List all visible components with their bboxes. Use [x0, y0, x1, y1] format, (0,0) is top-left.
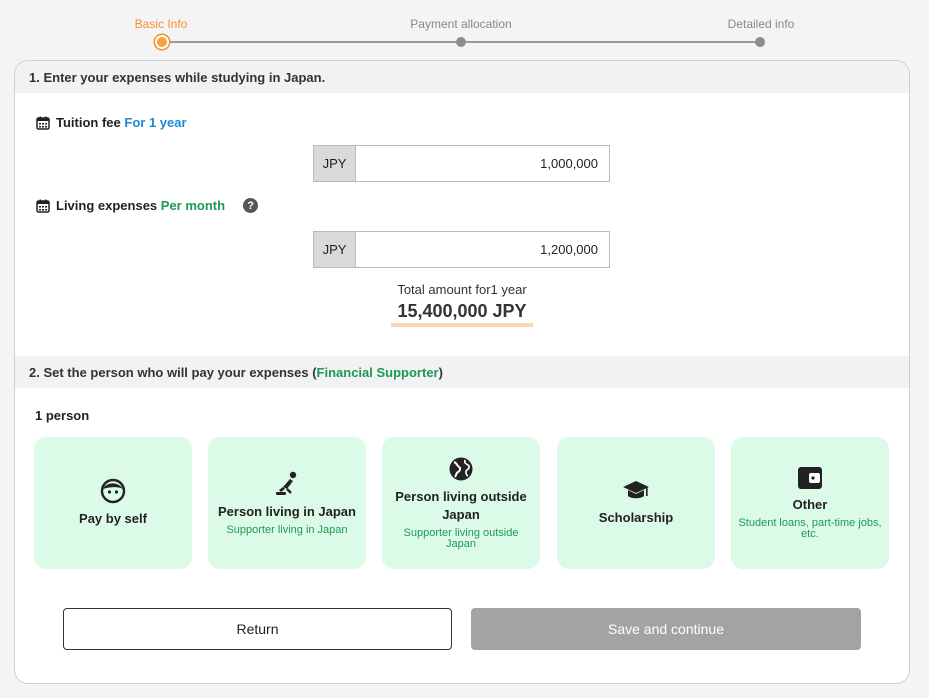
- step-dot-payment-allocation: [456, 37, 466, 47]
- tuition-label-row: Tuition fee For 1 year: [36, 115, 187, 130]
- total-value: 15,400,000 JPY: [391, 301, 533, 327]
- globe-icon: [449, 457, 473, 481]
- option-title: Person living in Japan: [218, 503, 356, 519]
- option-subtitle: Student loans, part-time jobs, etc.: [738, 517, 882, 540]
- step-label-detailed-info: Detailed info: [727, 17, 795, 31]
- step-label-basic-info: Basic Info: [134, 17, 188, 31]
- option-pay-by-self[interactable]: Pay by self: [34, 437, 192, 569]
- living-label-row: Living expenses Per month ?: [36, 198, 259, 213]
- living-label: Living expenses: [56, 198, 158, 213]
- person-icon: [276, 471, 297, 495]
- option-subtitle: Supporter living in Japan: [226, 523, 348, 536]
- face-icon: [100, 478, 126, 504]
- option-title: Other: [792, 497, 828, 512]
- total-label: Total amount for1 year: [397, 282, 527, 297]
- tuition-period: For 1 year: [124, 115, 187, 130]
- calendar-icon: [36, 199, 50, 213]
- tuition-currency: JPY: [314, 146, 356, 181]
- option-person-in-japan[interactable]: Person living in Japan Supporter living …: [208, 437, 366, 569]
- step-dot-basic-info: [155, 35, 169, 49]
- calendar-icon: [36, 116, 50, 130]
- person-count: 1 person: [35, 408, 90, 423]
- return-button[interactable]: Return: [63, 608, 452, 650]
- tuition-input-group: JPY: [313, 145, 610, 182]
- option-title: Pay by self: [79, 511, 147, 526]
- step-dot-detailed-info: [755, 37, 765, 47]
- living-amount-input[interactable]: [356, 232, 609, 267]
- living-currency: JPY: [314, 232, 356, 267]
- expense-form-card: 1. Enter your expenses while studying in…: [14, 60, 910, 684]
- option-title: Person living outside Japan: [395, 489, 527, 522]
- section-supporter-title-suffix: ): [438, 365, 443, 380]
- wallet-icon: [798, 467, 822, 489]
- section-supporter-title-prefix: 2. Set the person who will pay your expe…: [29, 365, 317, 380]
- tuition-amount-input[interactable]: [356, 146, 609, 181]
- tuition-label: Tuition fee: [56, 115, 121, 130]
- graduation-cap-icon: [623, 481, 649, 499]
- living-period: Per month: [160, 198, 226, 213]
- step-label-payment-allocation: Payment allocation: [410, 17, 512, 31]
- section-supporter-header: 2. Set the person who will pay your expe…: [15, 356, 909, 388]
- help-icon[interactable]: ?: [243, 198, 259, 213]
- living-input-group: JPY: [313, 231, 610, 268]
- section-expenses-header: 1. Enter your expenses while studying in…: [15, 61, 909, 93]
- option-person-outside-japan[interactable]: Person living outside Japan Supporter li…: [382, 437, 540, 569]
- option-other[interactable]: Other Student loans, part-time jobs, etc…: [731, 437, 889, 569]
- option-title: Scholarship: [598, 510, 674, 525]
- option-scholarship[interactable]: Scholarship: [557, 437, 715, 569]
- save-continue-button[interactable]: Save and continue: [471, 608, 861, 650]
- option-subtitle: Supporter living outside Japan: [403, 527, 519, 550]
- progress-stepper: Basic Info Payment allocation Detailed i…: [0, 0, 929, 60]
- section-expenses-title: 1. Enter your expenses while studying in…: [29, 70, 326, 85]
- section-supporter-title-highlight: Financial Supporter: [316, 365, 439, 380]
